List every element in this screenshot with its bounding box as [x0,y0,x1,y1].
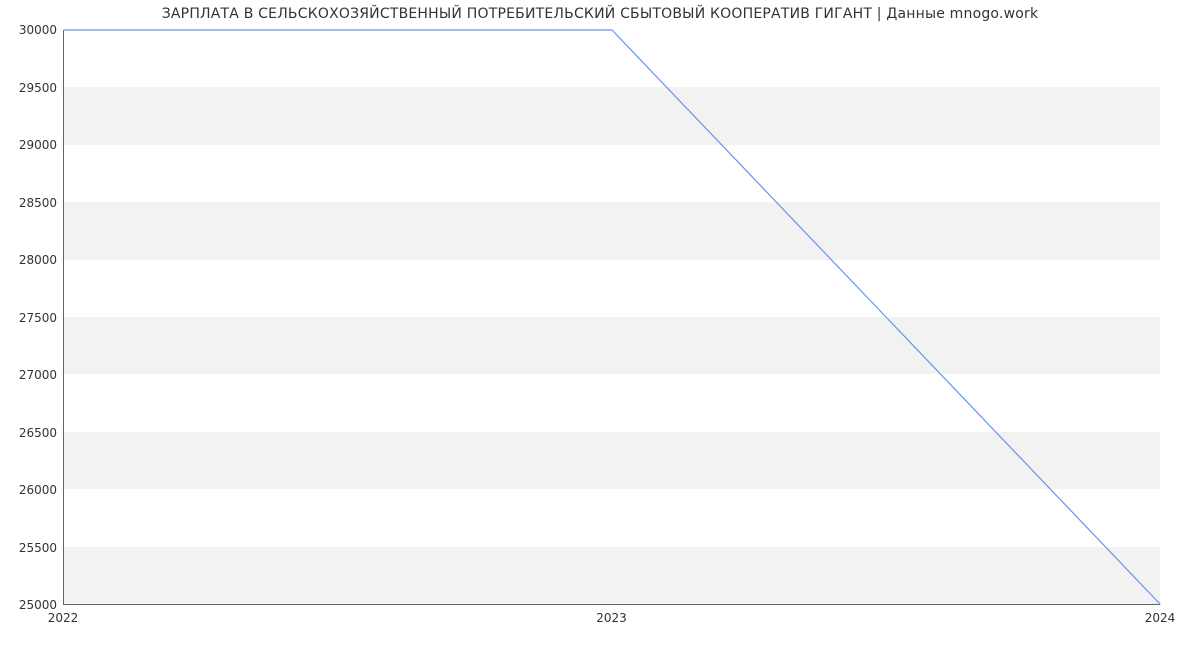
chart-container: ЗАРПЛАТА В СЕЛЬСКОХОЗЯЙСТВЕННЫЙ ПОТРЕБИТ… [0,0,1200,650]
y-tick-label: 26500 [0,426,57,440]
x-tick-label: 2023 [596,611,627,625]
y-tick-label: 29500 [0,81,57,95]
y-tick-label: 28500 [0,196,57,210]
y-tick-label: 29000 [0,138,57,152]
y-tick-label: 26000 [0,483,57,497]
y-tick-label: 25000 [0,598,57,612]
x-tick-label: 2024 [1145,611,1176,625]
y-tick-label: 30000 [0,23,57,37]
plot-area [63,30,1160,605]
y-tick-label: 25500 [0,541,57,555]
chart-title: ЗАРПЛАТА В СЕЛЬСКОХОЗЯЙСТВЕННЫЙ ПОТРЕБИТ… [0,6,1200,22]
y-tick-label: 27500 [0,311,57,325]
y-tick-label: 27000 [0,368,57,382]
y-tick-label: 28000 [0,253,57,267]
x-tick-label: 2022 [48,611,79,625]
line-series [64,30,1160,604]
